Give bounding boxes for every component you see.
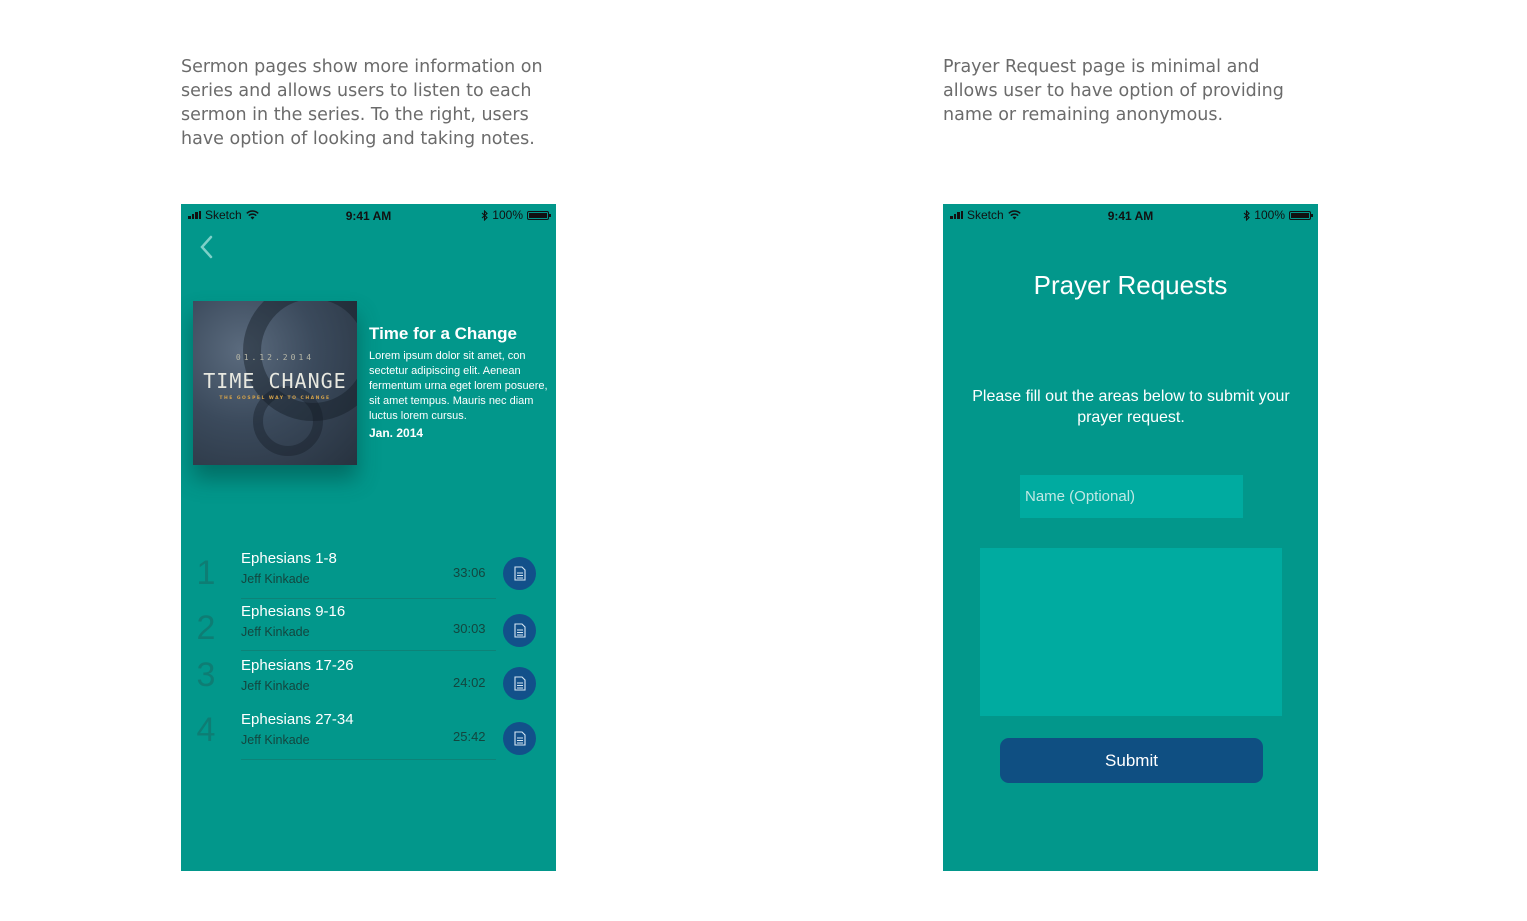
divider	[241, 759, 496, 760]
notes-button[interactable]	[503, 667, 536, 700]
document-icon	[513, 731, 526, 746]
episode-title: Ephesians 27-34	[241, 711, 354, 728]
back-chevron-icon[interactable]	[197, 234, 217, 260]
episode-duration: 33:06	[453, 565, 486, 580]
cover-date: 01.12.2014	[235, 353, 315, 362]
status-bar: Sketch 9:41 AM 100%	[181, 204, 556, 226]
prayer-request-screen: Sketch 9:41 AM 100% Prayer Requests Plea…	[943, 204, 1318, 871]
prayer-page-caption: Prayer Request page is minimal and allow…	[943, 57, 1284, 125]
battery-icon	[1289, 210, 1313, 220]
battery-icon	[527, 210, 551, 220]
notes-button[interactable]	[503, 557, 536, 590]
status-bar: Sketch 9:41 AM 100%	[943, 204, 1318, 226]
bluetooth-icon	[481, 209, 489, 221]
episode-author: Jeff Kinkade	[241, 625, 310, 639]
instructions-text: Please fill out the areas below to submi…	[972, 388, 1290, 426]
list-item[interactable]: 2 Ephesians 9-16 Jeff Kinkade 30:03	[181, 597, 556, 651]
series-description: Lorem ipsum dolor sit amet, con sectetur…	[369, 350, 548, 422]
episode-title: Ephesians 17-26	[241, 657, 354, 674]
bluetooth-icon	[1243, 209, 1251, 221]
episode-number: 1	[196, 554, 216, 592]
battery-percent: 100%	[492, 208, 523, 222]
list-item[interactable]: 1 Ephesians 1-8 Jeff Kinkade 33:06	[181, 544, 556, 599]
prayer-request-textarea[interactable]	[980, 548, 1282, 716]
episode-author: Jeff Kinkade	[241, 572, 310, 586]
page-title: Prayer Requests	[1033, 270, 1228, 300]
sermon-screen: Sketch 9:41 AM 100% 01.12.2014 TIME CHAN…	[181, 204, 556, 871]
name-input[interactable]	[1020, 475, 1243, 518]
submit-button[interactable]: Submit	[1000, 738, 1263, 783]
document-icon	[513, 676, 526, 691]
episode-title: Ephesians 1-8	[241, 550, 337, 567]
document-icon	[513, 623, 526, 638]
series-date: Jan. 2014	[369, 426, 424, 440]
sermon-page-caption: Sermon pages show more information on se…	[181, 57, 543, 149]
episode-duration: 24:02	[453, 675, 486, 690]
list-item[interactable]: 3 Ephesians 17-26 Jeff Kinkade 24:02	[181, 651, 556, 705]
episode-title: Ephesians 9-16	[241, 603, 346, 620]
cover-subtitle: THE GOSPEL WAY TO CHANGE	[219, 396, 331, 401]
cover-title: TIME CHANGE	[203, 369, 347, 393]
document-icon	[513, 566, 526, 581]
list-item[interactable]: 4 Ephesians 27-34 Jeff Kinkade 25:42	[181, 705, 556, 760]
episode-author: Jeff Kinkade	[241, 679, 310, 693]
episode-number: 3	[196, 656, 216, 694]
notes-button[interactable]	[503, 614, 536, 647]
episode-duration: 25:42	[453, 729, 486, 744]
series-cover-art: 01.12.2014 TIME CHANGE THE GOSPEL WAY TO…	[193, 301, 357, 465]
episode-author: Jeff Kinkade	[241, 733, 310, 747]
notes-button[interactable]	[503, 722, 536, 755]
series-title: Time for a Change	[369, 324, 517, 343]
episode-number: 2	[196, 609, 216, 647]
episode-number: 4	[196, 711, 216, 749]
battery-percent: 100%	[1254, 208, 1285, 222]
episode-duration: 30:03	[453, 621, 486, 636]
